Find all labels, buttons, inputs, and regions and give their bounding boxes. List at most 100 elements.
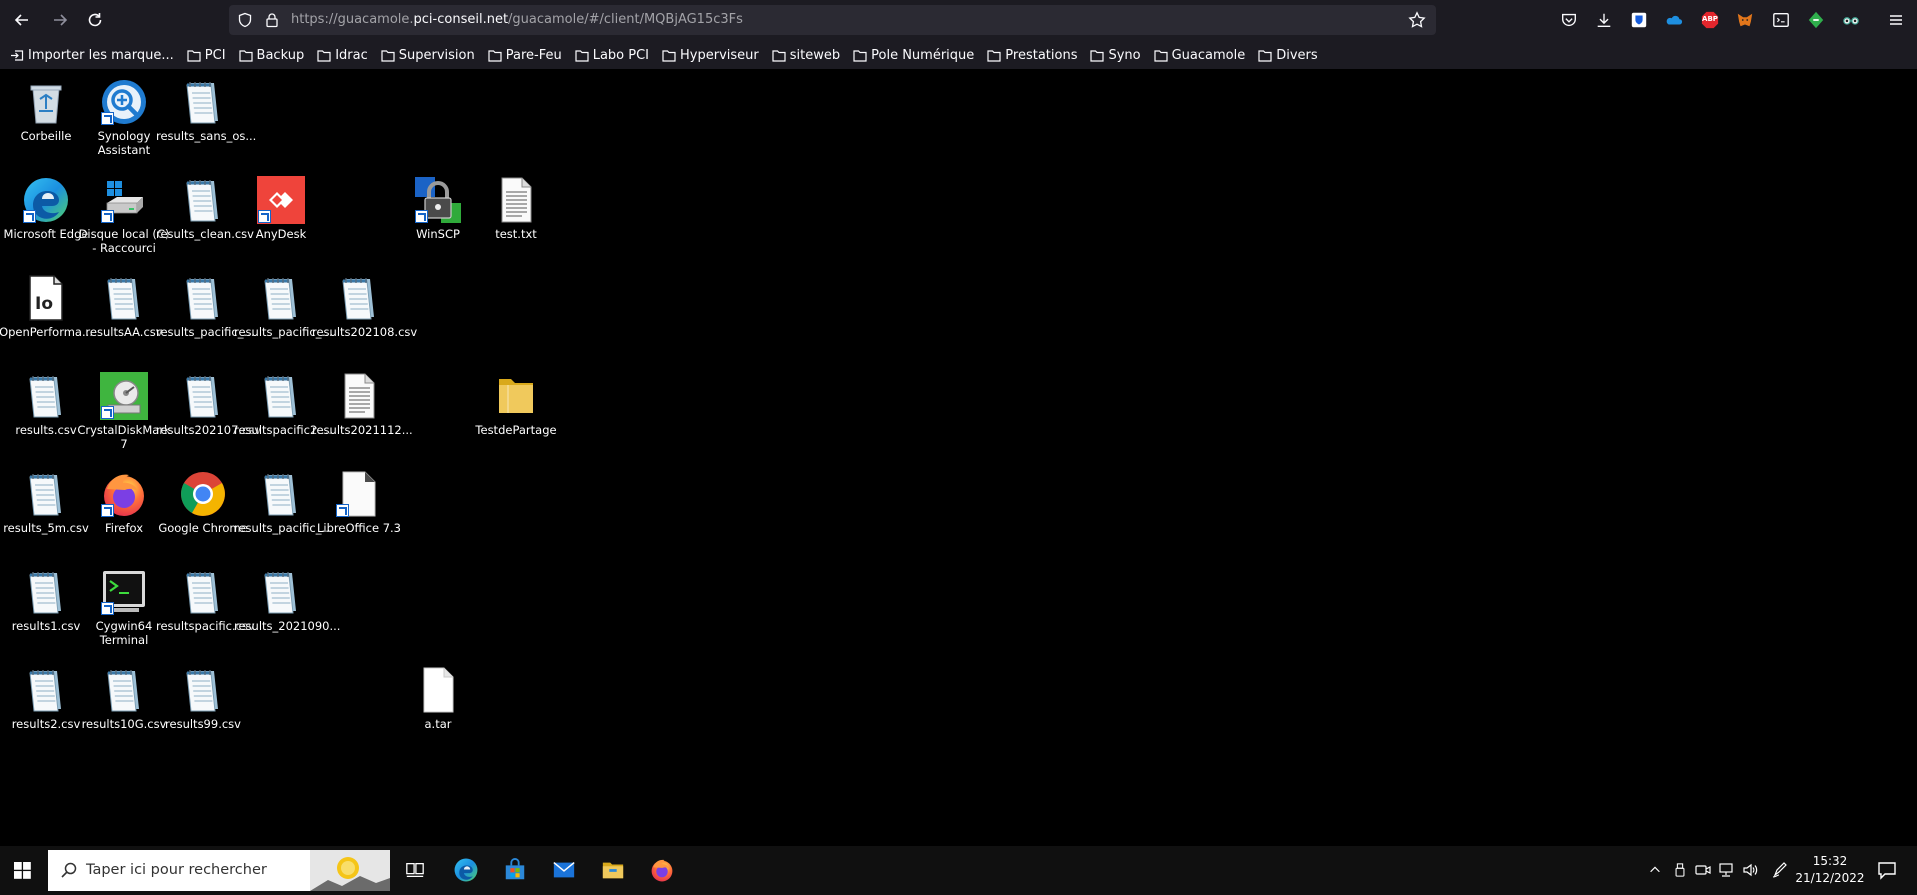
desktop-icon[interactable]: results202108.csv <box>312 273 417 339</box>
metamask-button[interactable] <box>1735 10 1755 30</box>
desktop-icon[interactable]: LibreOffice 7.3 <box>312 469 406 535</box>
libreoffice-icon <box>334 469 384 519</box>
taskbar-microsoft-store-button[interactable] <box>500 855 530 885</box>
app-menu-button[interactable] <box>1886 10 1906 30</box>
shortcut-arrow-icon <box>101 504 114 517</box>
shield-icon[interactable] <box>237 12 253 28</box>
adblock-button[interactable]: ABP <box>1700 10 1720 30</box>
bookmark-folder[interactable]: Syno <box>1090 47 1141 63</box>
taskbar-search-box[interactable]: Taper ici pour rechercher <box>48 850 390 891</box>
bookmark-folder[interactable]: Pole Numérique <box>853 48 974 63</box>
search-icon <box>61 862 77 878</box>
bookmark-folder[interactable]: Supervision <box>381 48 475 63</box>
bitwarden-button[interactable] <box>1629 10 1649 30</box>
bookmark-folder[interactable]: Divers <box>1258 47 1318 63</box>
search-placeholder: Taper ici pour rechercher <box>86 862 267 878</box>
bookmark-label: Hyperviseur <box>680 47 759 63</box>
notepad-file-icon <box>256 371 306 421</box>
start-button[interactable] <box>0 846 44 895</box>
taskbar-firefox-button[interactable] <box>647 855 677 885</box>
bookmark-label: Syno <box>1108 47 1141 63</box>
tray-usb-button[interactable] <box>1670 860 1690 880</box>
tray-chevron-up-button[interactable] <box>1645 860 1665 880</box>
notepad-file-icon <box>178 273 228 323</box>
openperformance-icon: Io <box>21 273 71 323</box>
glasses-extension-button[interactable] <box>1841 10 1861 30</box>
bookmark-folder[interactable]: Labo PCI <box>575 48 649 63</box>
bookmark-folder[interactable]: Pare-Feu <box>488 48 562 63</box>
edge-icon <box>454 858 478 882</box>
onedrive-button[interactable] <box>1664 10 1684 30</box>
bookmark-folder[interactable]: Guacamole <box>1154 48 1245 63</box>
mail-icon <box>553 862 575 878</box>
notepad-file-icon <box>178 371 228 421</box>
bookmark-label: Idrac <box>335 47 368 63</box>
desktop-icon-label: LibreOffice 7.3 <box>317 521 401 535</box>
desktop-icon[interactable]: results2021112... <box>312 371 413 437</box>
reload-icon <box>88 13 102 27</box>
bookmark-star-icon[interactable] <box>1408 11 1426 29</box>
tray-meet-now-button[interactable] <box>1693 860 1713 880</box>
taskbar-clock[interactable]: 15:32 21/12/2022 <box>1795 853 1865 887</box>
bookmark-folder[interactable]: Hyperviseur <box>662 48 759 63</box>
taskbar-task-view-button[interactable] <box>400 855 430 885</box>
url-path: /guacamole/#/client/MQBjAG15c3Fs <box>508 12 743 27</box>
tray-network-button[interactable] <box>1716 860 1736 880</box>
reload-button[interactable] <box>83 8 107 32</box>
url-text[interactable]: https://guacamole.pci-conseil.net/guacam… <box>291 12 743 27</box>
desktop-icon[interactable]: AnyDesk <box>234 175 328 241</box>
forward-button[interactable] <box>48 8 72 32</box>
url-host: pci-conseil.net <box>413 12 509 27</box>
extension-badge-label: ABP <box>1702 15 1718 23</box>
taskbar-file-explorer-button[interactable] <box>598 855 628 885</box>
bookmark-folder[interactable]: Idrac <box>317 48 368 63</box>
bookmarks-toolbar: Importer les marque... PCI Backup Idrac Supe… <box>0 43 1917 67</box>
bookmark-folder[interactable]: PCI <box>187 48 226 63</box>
bookmark-folder[interactable]: siteweb <box>772 48 840 63</box>
green-extension-button[interactable] <box>1806 10 1826 30</box>
desktop-icon-label: results2021112... <box>312 423 413 437</box>
desktop-icon[interactable]: TestdePartage <box>469 371 563 437</box>
svg-text:Io: Io <box>35 294 53 314</box>
desktop-icon[interactable]: results_sans_os... <box>156 77 256 143</box>
search-highlight-icon <box>310 850 390 891</box>
shortcut-arrow-icon <box>101 602 114 615</box>
tray-pen-button[interactable] <box>1770 860 1790 880</box>
local-disk-icon <box>99 175 149 225</box>
shortcut-arrow-icon <box>415 210 428 223</box>
pocket-button[interactable] <box>1559 10 1579 30</box>
desktop-icon[interactable]: results_2021090... <box>234 567 340 633</box>
notepad-file-icon <box>21 567 71 617</box>
back-button[interactable] <box>10 8 34 32</box>
desktop-icon[interactable]: results99.csv <box>156 665 250 731</box>
taskbar-edge-button[interactable] <box>451 855 481 885</box>
metamask-icon <box>1737 13 1753 27</box>
bookmark-folder[interactable]: Prestations <box>987 48 1077 63</box>
text-file-icon <box>491 175 541 225</box>
address-bar[interactable]: https://guacamole.pci-conseil.net/guacam… <box>229 5 1436 35</box>
bookmark-label: Supervision <box>398 47 475 63</box>
bookmark-import[interactable]: Importer les marque... <box>10 48 174 63</box>
desktop-icon-label: TestdePartage <box>475 423 557 437</box>
chevron-up-icon <box>1650 866 1660 873</box>
bookmark-label: Prestations <box>1005 47 1078 63</box>
desktop-icon[interactable]: a.tar <box>391 665 485 731</box>
shortcut-arrow-icon <box>101 112 114 125</box>
notification-center-icon[interactable] <box>1876 859 1898 881</box>
lock-icon[interactable] <box>264 12 280 28</box>
clock-time: 15:32 <box>1812 854 1848 868</box>
desktop-icon-label: test.txt <box>495 227 537 241</box>
folder-icon <box>317 49 331 62</box>
devtools-button[interactable] <box>1771 10 1791 30</box>
download-button[interactable] <box>1594 10 1614 30</box>
remote-desktop[interactable]: Corbeille Synology Assistant results_sans_… <box>0 69 1917 846</box>
bookmark-folder[interactable]: Backup <box>238 48 304 63</box>
folder-icon <box>488 49 502 62</box>
tray-volume-button[interactable] <box>1740 860 1760 880</box>
notepad-file-icon <box>256 567 306 617</box>
taskbar-mail-button[interactable] <box>549 855 579 885</box>
text-file-icon <box>334 371 384 421</box>
bookmark-label: Divers <box>1276 47 1318 63</box>
shortcut-arrow-icon <box>336 504 349 517</box>
desktop-icon[interactable]: test.txt <box>469 175 563 241</box>
